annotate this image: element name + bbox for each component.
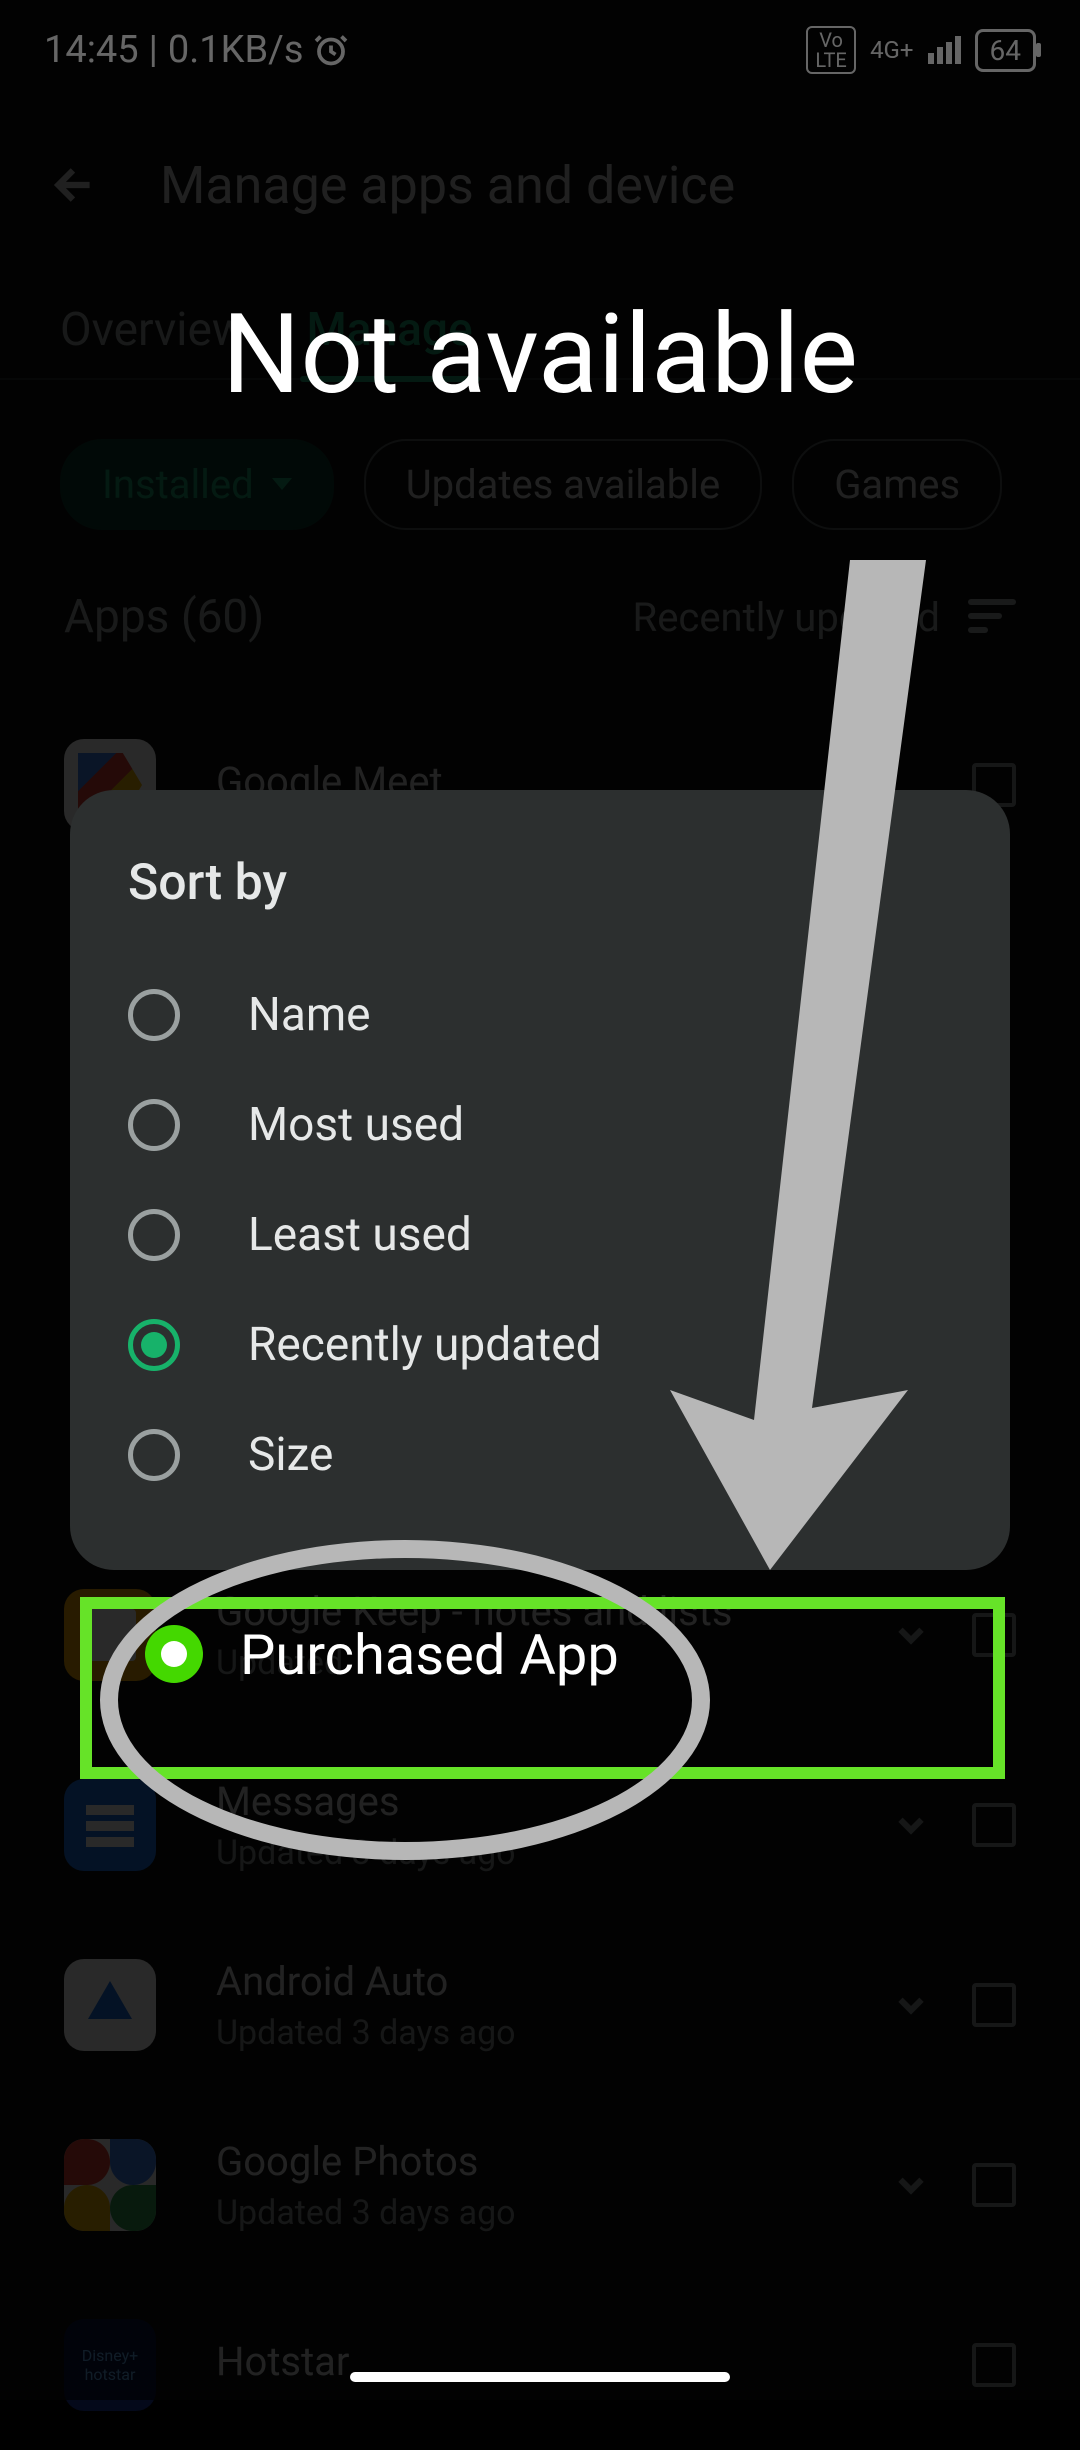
radio-label: Name: [248, 988, 371, 1042]
annotation-purchased-label: Purchased App: [240, 1622, 619, 1688]
radio-label: Least used: [248, 1208, 472, 1262]
gesture-hint-bar: [350, 2372, 730, 2382]
radio-icon-selected: [128, 1319, 180, 1371]
radio-label: Most used: [248, 1098, 464, 1152]
radio-label: Size: [248, 1428, 333, 1482]
annotation-arrow-icon: [640, 560, 980, 1574]
radio-icon: [128, 989, 180, 1041]
annotation-headline: Not available: [222, 290, 858, 419]
annotation-ellipse: [100, 1540, 710, 1860]
radio-label: Recently updated: [248, 1318, 602, 1372]
radio-icon: [128, 1099, 180, 1151]
radio-icon: [128, 1429, 180, 1481]
annotation-radio-icon: [145, 1625, 203, 1683]
radio-icon: [128, 1209, 180, 1261]
